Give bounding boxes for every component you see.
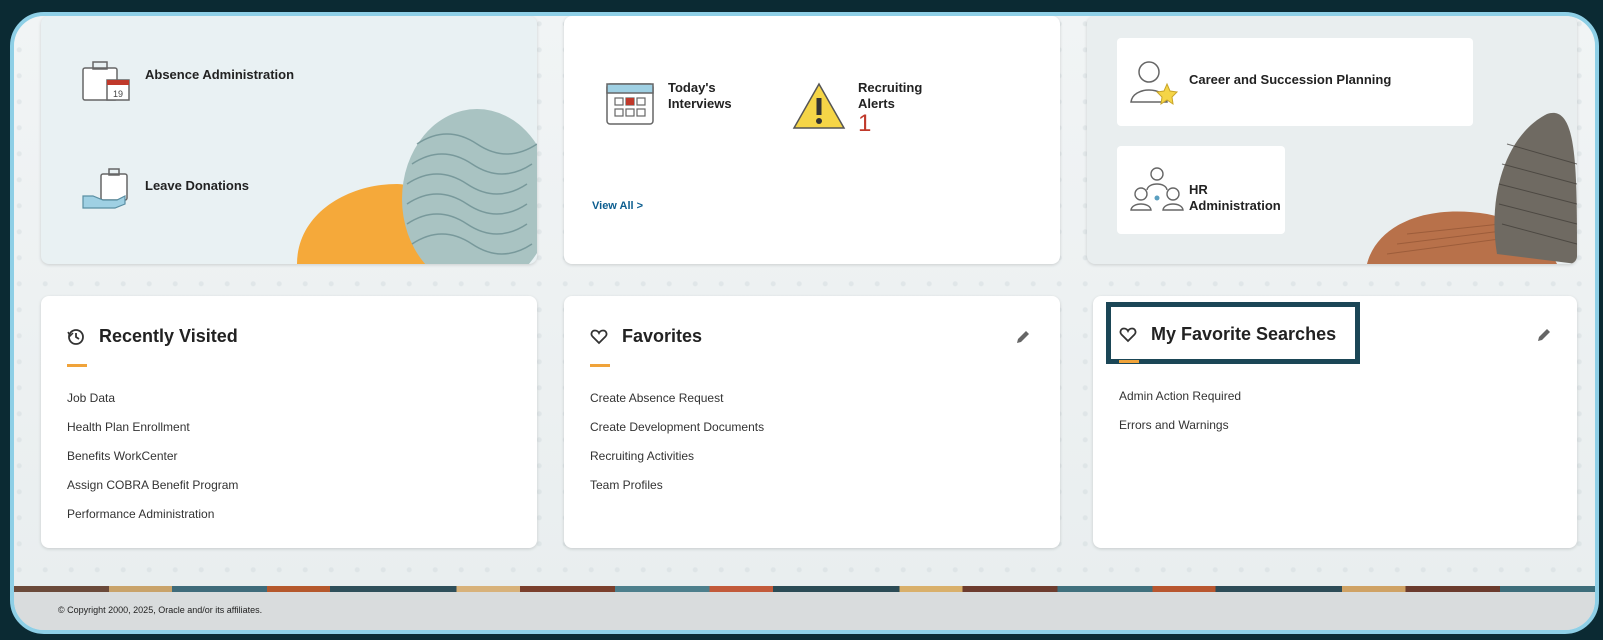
list-item[interactable]: Create Development Documents bbox=[590, 419, 764, 448]
footer: © Copyright 2000, 2025, Oracle and/or it… bbox=[14, 586, 1595, 630]
history-clock-icon bbox=[67, 328, 84, 345]
title-accent-bar bbox=[590, 364, 610, 367]
heart-icon bbox=[590, 329, 608, 344]
decorative-art bbox=[1367, 112, 1577, 264]
people-group-icon bbox=[1130, 167, 1184, 211]
person-star-icon bbox=[1130, 61, 1179, 106]
recruiting-alerts-link[interactable]: Recruiting Alerts 1 bbox=[792, 76, 922, 136]
copyright-text: © Copyright 2000, 2025, Oracle and/or it… bbox=[58, 605, 263, 615]
list-item[interactable]: Assign COBRA Benefit Program bbox=[67, 477, 238, 506]
recruiting-tile: Today's Interviews Recruiting Alerts 1 V… bbox=[564, 16, 1060, 264]
list-item[interactable]: Admin Action Required bbox=[1119, 388, 1241, 417]
title-accent-bar bbox=[1119, 360, 1139, 363]
hr-administration-card[interactable]: HR Administration bbox=[1117, 146, 1285, 234]
list-item[interactable]: Job Data bbox=[67, 390, 238, 419]
todays-interviews-label-line2: Interviews bbox=[668, 96, 732, 111]
svg-text:19: 19 bbox=[113, 89, 123, 99]
list-item[interactable]: Benefits WorkCenter bbox=[67, 448, 238, 477]
edit-pencil-icon[interactable] bbox=[1535, 326, 1553, 344]
favorite-searches-title: My Favorite Searches bbox=[1151, 324, 1337, 344]
list-item[interactable]: Team Profiles bbox=[590, 477, 764, 506]
hr-administration-label-line2: Administration bbox=[1189, 198, 1281, 213]
todays-interviews-label-line1: Today's bbox=[668, 80, 716, 95]
hr-administration-label-line1: HR bbox=[1189, 182, 1208, 197]
hand-briefcase-icon bbox=[82, 168, 128, 209]
favorite-searches-card: My Favorite Searches Admin Action Requir… bbox=[1093, 296, 1577, 548]
talent-tile: Career and Succession Planning HR Admini… bbox=[1087, 16, 1577, 264]
favorites-title: Favorites bbox=[622, 326, 703, 346]
recently-visited-header: Recently Visited bbox=[67, 326, 238, 347]
recently-visited-title: Recently Visited bbox=[99, 326, 238, 346]
todays-interviews-link[interactable]: Today's Interviews bbox=[604, 76, 732, 126]
calendar-icon bbox=[606, 83, 654, 125]
warning-icon bbox=[792, 82, 846, 129]
title-accent-bar bbox=[67, 364, 87, 367]
absence-tile: 19 Absence Administration Leave Donation… bbox=[41, 16, 537, 264]
briefcase-calendar-icon: 19 bbox=[82, 61, 130, 101]
favorites-header: Favorites bbox=[590, 326, 702, 347]
heart-icon bbox=[1119, 327, 1137, 342]
decorative-stripe bbox=[14, 586, 1595, 592]
edit-pencil-icon[interactable] bbox=[1014, 328, 1032, 346]
favorites-card: Favorites Create Absence Request Create … bbox=[564, 296, 1060, 548]
leave-donations-link[interactable]: Leave Donations bbox=[81, 166, 249, 212]
list-item[interactable]: Errors and Warnings bbox=[1119, 417, 1241, 446]
career-succession-label: Career and Succession Planning bbox=[1189, 72, 1392, 87]
app-frame: 19 Absence Administration Leave Donation… bbox=[10, 12, 1599, 634]
recently-visited-card: Recently Visited Job Data Health Plan En… bbox=[41, 296, 537, 548]
absence-administration-label: Absence Administration bbox=[145, 67, 295, 82]
favorites-list: Create Absence Request Create Developmen… bbox=[590, 390, 764, 506]
leave-donations-label: Leave Donations bbox=[145, 178, 250, 193]
favorite-searches-header: My Favorite Searches bbox=[1119, 324, 1336, 345]
list-item[interactable]: Performance Administration bbox=[67, 506, 238, 535]
recently-visited-list: Job Data Health Plan Enrollment Benefits… bbox=[67, 390, 238, 535]
career-succession-card[interactable]: Career and Succession Planning bbox=[1117, 38, 1473, 126]
list-item[interactable]: Health Plan Enrollment bbox=[67, 419, 238, 448]
favorite-searches-list: Admin Action Required Errors and Warning… bbox=[1119, 388, 1241, 446]
recruiting-alerts-label-line1: Recruiting bbox=[858, 80, 923, 95]
alerts-count: 1 bbox=[858, 110, 872, 137]
list-item[interactable]: Recruiting Activities bbox=[590, 448, 764, 477]
decorative-art bbox=[297, 109, 537, 264]
list-item[interactable]: Create Absence Request bbox=[590, 390, 764, 419]
view-all-link[interactable]: View All > bbox=[592, 200, 643, 212]
absence-administration-link[interactable]: 19 Absence Administration bbox=[81, 58, 294, 104]
